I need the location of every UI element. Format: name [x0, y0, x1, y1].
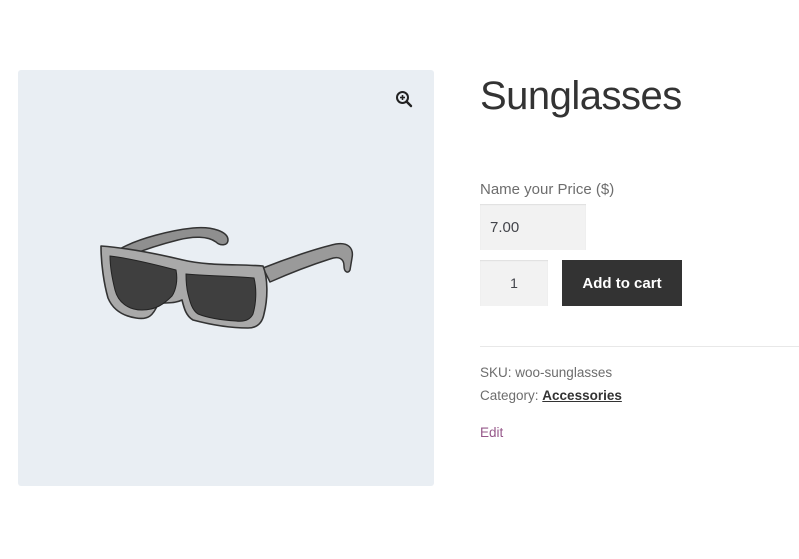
sunglasses-image[interactable]: [98, 218, 354, 336]
edit-link[interactable]: Edit: [480, 425, 503, 440]
add-to-cart-button[interactable]: Add to cart: [562, 260, 682, 306]
category-link[interactable]: Accessories: [542, 388, 622, 403]
zoom-in-icon[interactable]: [389, 84, 419, 114]
product-title: Sunglasses: [480, 74, 682, 118]
sku-label: SKU:: [480, 365, 512, 380]
price-label: Name your Price ($): [480, 181, 615, 198]
price-input[interactable]: [480, 204, 586, 250]
category-line: Category: Accessories: [480, 388, 622, 403]
category-label: Category:: [480, 388, 539, 403]
sku-value: woo-sunglasses: [515, 365, 613, 380]
divider: [480, 346, 799, 347]
sku-line: SKU: woo-sunglasses: [480, 365, 612, 380]
product-gallery: [18, 70, 434, 486]
quantity-input[interactable]: [480, 260, 548, 306]
